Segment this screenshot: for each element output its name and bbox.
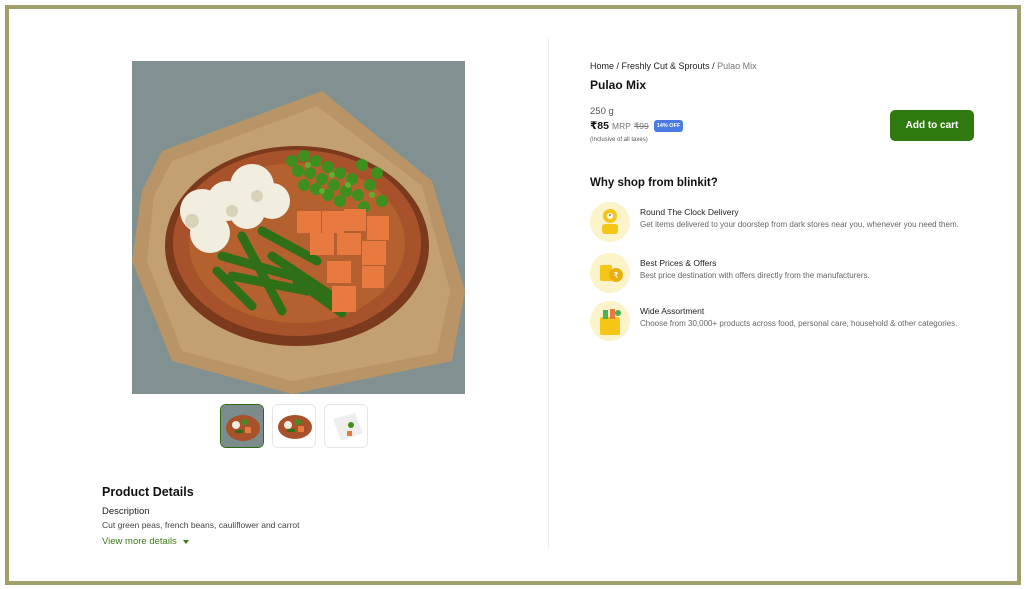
feature-title: Wide Assortment: [640, 306, 705, 316]
mrp-value: ₹99: [633, 120, 649, 131]
price-row: ₹85 MRP ₹99 14% OFF: [590, 120, 684, 132]
mrp-label: MRP: [612, 121, 631, 131]
view-more-details-link[interactable]: View more details: [102, 536, 189, 547]
thumbnail-3[interactable]: [324, 404, 368, 448]
view-more-label: View more details: [102, 536, 177, 547]
add-to-cart-button[interactable]: Add to cart: [890, 110, 974, 141]
breadcrumb-separator: /: [709, 61, 718, 71]
chevron-down-icon: [182, 539, 189, 544]
breadcrumb-separator: /: [614, 61, 622, 71]
thumbnail-2[interactable]: [272, 404, 316, 448]
feature-title: Best Prices & Offers: [640, 258, 717, 268]
thumbnail-strip: [220, 404, 368, 448]
feature-title: Round The Clock Delivery: [640, 207, 739, 217]
feature-description: Best price destination with offers direc…: [640, 271, 870, 280]
why-shop-heading: Why shop from blinkit?: [590, 177, 718, 189]
selling-price: ₹85: [590, 120, 609, 132]
product-details-heading: Product Details: [102, 485, 194, 499]
product-title: Pulao Mix: [590, 78, 647, 92]
discount-badge: 14% OFF: [653, 120, 684, 132]
best-price-icon: ₹: [590, 253, 630, 293]
svg-text:₹: ₹: [613, 271, 618, 280]
breadcrumb-home[interactable]: Home: [590, 61, 614, 71]
feature-wide-assortment: Wide Assortment Choose from 30,000+ prod…: [590, 301, 970, 341]
breadcrumb-category[interactable]: Freshly Cut & Sprouts: [622, 61, 710, 71]
delivery-clock-icon: [590, 202, 630, 242]
thumbnail-1[interactable]: [220, 404, 264, 448]
breadcrumb-current: Pulao Mix: [717, 61, 757, 71]
assortment-bag-icon: [590, 301, 630, 341]
taxes-note: (Inclusive of all taxes): [590, 137, 648, 143]
description-label: Description: [102, 506, 150, 517]
feature-best-prices: ₹ Best Prices & Offers Best price destin…: [590, 253, 970, 293]
product-weight: 250 g: [590, 106, 614, 117]
feature-description: Choose from 30,000+ products across food…: [640, 319, 958, 328]
breadcrumb: Home / Freshly Cut & Sprouts / Pulao Mix: [590, 61, 757, 71]
product-main-image: [132, 61, 465, 394]
description-text: Cut green peas, french beans, cauliflowe…: [102, 520, 300, 530]
feature-description: Get items delivered to your doorstep fro…: [640, 220, 959, 229]
column-divider: [548, 38, 549, 548]
feature-round-the-clock: Round The Clock Delivery Get items deliv…: [590, 202, 970, 242]
